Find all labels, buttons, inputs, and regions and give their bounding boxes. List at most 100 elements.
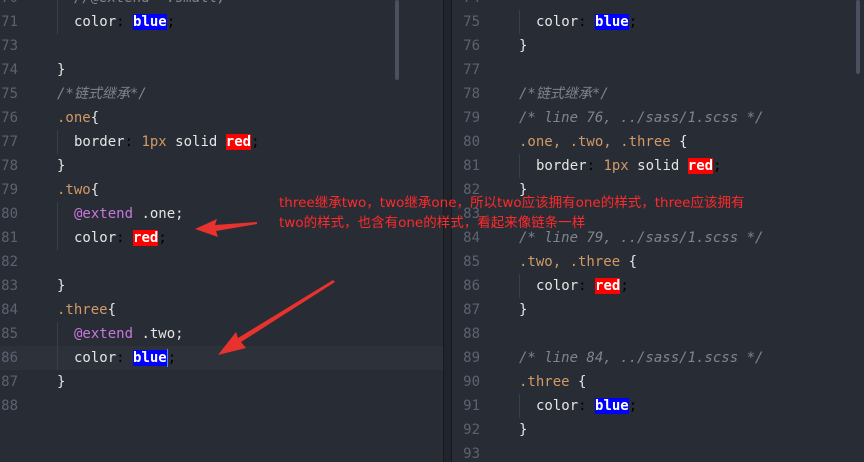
code-text: .three { (519, 370, 586, 394)
code-text: } (57, 370, 65, 394)
code-line[interactable]: 82 (0, 250, 443, 274)
code-line[interactable]: 90 .three { (452, 370, 864, 394)
code-text: /* line 76, ../sass/1.scss */ (519, 106, 763, 130)
code-line[interactable]: 77 (452, 58, 864, 82)
line-number: 92 (463, 422, 480, 438)
code-line[interactable]: 81 border: 1px solid red; (452, 154, 864, 178)
brace: { (569, 374, 587, 390)
brace: } (519, 302, 528, 318)
selector: .three (57, 302, 108, 318)
text-cursor (166, 349, 168, 367)
brace: { (620, 254, 638, 270)
code-text: /*链式继承*/ (519, 82, 609, 106)
code-line[interactable]: 80 .one, .two, .three { (452, 130, 864, 154)
code-line[interactable]: 84 .three{ (0, 298, 443, 322)
code-line[interactable]: 77 border: 1px solid red; (0, 130, 443, 154)
code-line[interactable]: 86 color: red; (452, 274, 864, 298)
line-number: 80 (1, 206, 18, 222)
comment: //@extend .small; (74, 0, 226, 6)
brace: } (57, 62, 66, 78)
selector: .two, .three (519, 254, 621, 270)
line-number: 82 (1, 254, 18, 270)
code-text: .three{ (57, 298, 116, 322)
indent-guide (519, 274, 536, 298)
line-number: 78 (463, 86, 480, 102)
color-value: red (133, 230, 159, 246)
code-text: @extend .two; (57, 322, 184, 346)
code-text: border: 1px solid red; (519, 154, 722, 178)
code-line[interactable]: 85 @extend .two; (0, 322, 443, 346)
code-line[interactable]: 78 /*链式继承*/ (452, 82, 864, 106)
right-scrollbar[interactable] (856, 0, 860, 74)
code-line[interactable]: 88 (452, 322, 864, 346)
indent-guide (57, 226, 74, 250)
line-number: 87 (1, 374, 18, 390)
property-name: color (74, 230, 117, 246)
indent-guide (519, 10, 536, 34)
border-style: solid (175, 134, 218, 150)
line-number: 88 (463, 326, 480, 342)
code-line[interactable]: 89 /* line 84, ../sass/1.scss */ (452, 346, 864, 370)
left-scrollbar[interactable] (395, 0, 399, 80)
extend-target: .two; (141, 326, 184, 342)
line-number: 71 (1, 14, 18, 30)
line-number: 75 (1, 86, 18, 102)
border-style: solid (637, 158, 680, 174)
code-text: .one, .two, .three { (519, 130, 688, 154)
code-line[interactable]: 86 color: blue; (0, 346, 443, 370)
code-text: } (519, 34, 527, 58)
selector: .one, .two, .three (519, 134, 671, 150)
code-line[interactable]: 76 .one{ (0, 106, 443, 130)
code-text: //@extend .small; (57, 0, 226, 10)
indent-guide (57, 130, 74, 154)
line-number: 75 (463, 14, 480, 30)
line-number: 85 (1, 326, 18, 342)
line-number: 74 (458, 0, 480, 10)
line-number: 93 (463, 446, 480, 462)
code-text: color: blue; (519, 10, 637, 34)
code-line[interactable]: 92} (452, 418, 864, 442)
code-line[interactable]: 91 color: blue; (452, 394, 864, 418)
brace: { (90, 110, 100, 126)
indent-guide (57, 202, 74, 226)
comment: /*链式继承*/ (519, 86, 609, 102)
indent-guide (57, 10, 74, 34)
line-number: 79 (1, 182, 18, 198)
code-line[interactable]: 85 .two, .three { (452, 250, 864, 274)
indent-guide (519, 154, 536, 178)
extend-target: .one; (141, 206, 184, 222)
code-text: color: blue; (57, 346, 176, 370)
code-text: /* line 84, ../sass/1.scss */ (519, 346, 763, 370)
code-line[interactable]: 70 //@extend .small; (0, 0, 443, 10)
selector: .two (57, 182, 91, 198)
color-value: red (687, 158, 714, 174)
code-line[interactable]: 79 /* line 76, ../sass/1.scss */ (452, 106, 864, 130)
property-name: border (74, 134, 125, 150)
code-line[interactable]: 87} (452, 298, 864, 322)
code-line[interactable]: 74 (452, 0, 864, 10)
brace: { (90, 182, 100, 198)
code-line[interactable]: 87} (0, 370, 443, 394)
code-line[interactable]: 73 (0, 34, 443, 58)
code-line[interactable]: 78} (0, 154, 443, 178)
brace: } (519, 422, 528, 438)
property-name: color (536, 14, 579, 30)
line-number: 90 (463, 374, 480, 390)
comment: /* line 84, ../sass/1.scss */ (519, 350, 764, 366)
code-line[interactable]: 93 (452, 442, 864, 462)
code-line[interactable]: 83} (0, 274, 443, 298)
code-line[interactable]: 88 (0, 394, 443, 418)
brace: } (519, 38, 528, 54)
brace: { (107, 302, 117, 318)
brace: { (670, 134, 688, 150)
line-number: 91 (463, 398, 480, 414)
comment: /* line 76, ../sass/1.scss */ (519, 110, 764, 126)
code-line[interactable]: 71 color: blue; (0, 10, 443, 34)
code-line[interactable]: 75 color: blue; (452, 10, 864, 34)
indent-guide (57, 322, 74, 346)
code-line[interactable]: 74} (0, 58, 443, 82)
code-line[interactable]: 75 /*链式继承*/ (0, 82, 443, 106)
line-number: 81 (1, 230, 18, 246)
code-text: } (57, 274, 65, 298)
code-line[interactable]: 76} (452, 34, 864, 58)
